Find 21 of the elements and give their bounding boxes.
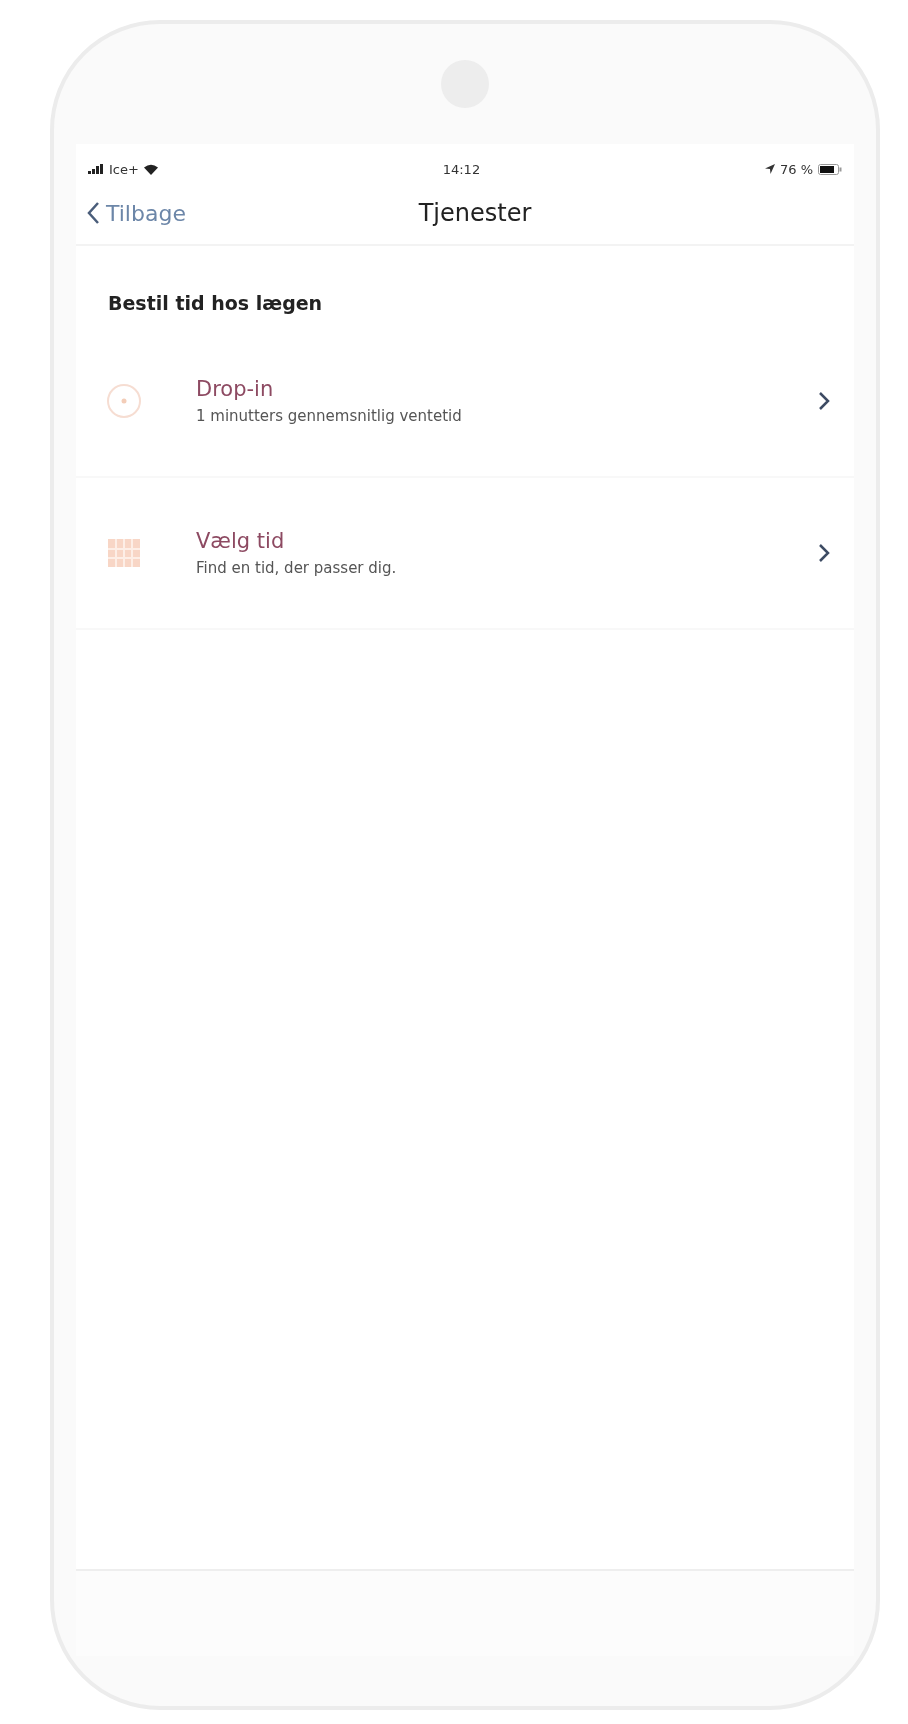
back-chevron-icon	[86, 201, 100, 225]
service-item[interactable]: Drop-in 1 minutters gennemsnitlig ventetid	[76, 326, 854, 478]
carrier-name: Ice+	[109, 161, 139, 177]
chevron-right-icon	[818, 543, 830, 563]
item-title: Drop-in	[196, 377, 275, 401]
wifi-icon	[143, 163, 158, 175]
location-icon	[764, 164, 775, 174]
chevron-right-icon	[818, 391, 830, 411]
battery-percent: 76 %	[779, 161, 813, 177]
signal-icon	[88, 164, 104, 174]
status-time: 14:12	[442, 161, 481, 177]
item-subtitle: 1 minutters gennemsnitlig ventetid	[196, 407, 463, 425]
item-subtitle: Find en tid, der passer dig.	[196, 559, 398, 577]
calendar-icon	[106, 537, 142, 569]
section-heading: Bestil tid hos lægen	[107, 291, 324, 316]
clock-icon	[106, 383, 142, 419]
battery-icon	[818, 163, 842, 175]
item-title: Vælg tid	[196, 529, 286, 553]
service-item[interactable]: Vælg tid Find en tid, der passer dig.	[76, 478, 854, 630]
back-button[interactable]: Tilbage	[76, 200, 196, 226]
screen-title: Tjenester	[418, 199, 532, 227]
